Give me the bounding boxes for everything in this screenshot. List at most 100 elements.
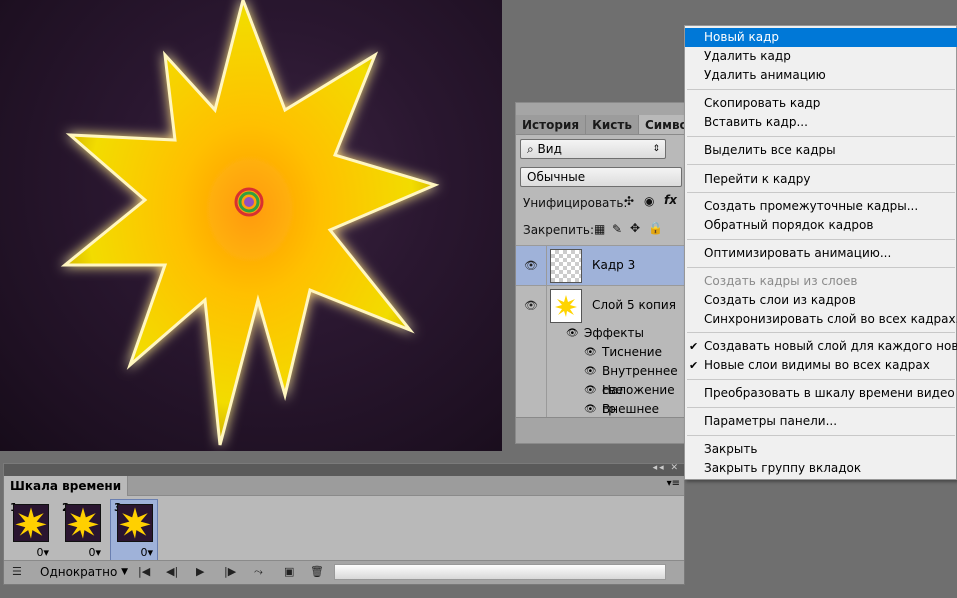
- timeline-controls: ☰ Однократно ▼ |◀ ◀| ▶ |▶ ⤳ ▣ 🗑: [4, 560, 684, 584]
- tab-brush[interactable]: Кисть: [586, 115, 639, 134]
- menu-separator: [687, 407, 955, 408]
- tab-history[interactable]: История: [516, 115, 587, 134]
- unify-visibility-icon[interactable]: ◉: [644, 194, 654, 208]
- play-icon[interactable]: ▶: [196, 565, 204, 578]
- unify-label: Унифицировать:: [523, 196, 628, 210]
- menu-item-new-layers-visible[interactable]: ✔ Новые слои видимы во всех кадрах: [685, 356, 957, 375]
- menu-item-close[interactable]: Закрыть: [685, 440, 957, 459]
- next-frame-icon[interactable]: |▶: [224, 565, 236, 578]
- panel-tabs: История Кисть Символ: [516, 115, 704, 135]
- eye-icon[interactable]: 👁: [524, 299, 538, 312]
- updown-arrow-icon: ⇕: [652, 144, 660, 154]
- document-canvas[interactable]: [0, 0, 502, 451]
- menu-item-reverse-frames[interactable]: Обратный порядок кадров: [685, 216, 957, 235]
- checkmark-icon: ✔: [689, 340, 699, 353]
- effect-row[interactable]: 👁 Внутреннее све: [516, 362, 686, 397]
- layer-filter-select[interactable]: ⌕ Вид ⇕: [520, 139, 666, 159]
- frame-thumbnail: [65, 504, 101, 542]
- chevron-down-icon: ▾: [43, 546, 49, 559]
- menu-item-label: Новые слои видимы во всех кадрах: [704, 358, 930, 372]
- eye-icon[interactable]: 👁: [524, 259, 538, 272]
- effects-row[interactable]: 👁 Эффекты: [516, 324, 686, 343]
- panel-menu-icon[interactable]: ▾≡: [667, 478, 680, 489]
- convert-timeline-icon[interactable]: ☰: [12, 565, 22, 578]
- lock-label: Закрепить:: [523, 223, 595, 237]
- menu-separator: [687, 89, 955, 90]
- trash-icon[interactable]: 🗑: [310, 565, 324, 578]
- layer-row-layer5-copy[interactable]: 👁 Слой 5 копия: [516, 285, 686, 325]
- menu-item-match-layer-across-frames[interactable]: Синхронизировать слой во всех кадрах...: [685, 310, 957, 329]
- menu-item-new-layer-each-frame[interactable]: ✔ Создавать новый слой для каждого нового…: [685, 337, 957, 356]
- menu-separator: [687, 239, 955, 240]
- menu-separator: [687, 379, 955, 380]
- effect-row[interactable]: 👁 Тиснение: [516, 343, 686, 362]
- filter-value: Вид: [537, 142, 562, 156]
- frame-delay[interactable]: 0▾: [36, 546, 49, 559]
- column-divider: [546, 245, 547, 419]
- search-icon: ⌕: [527, 142, 538, 156]
- menu-item-copy-frame[interactable]: Скопировать кадр: [685, 94, 957, 113]
- menu-separator: [687, 164, 955, 165]
- lock-transparency-icon[interactable]: ▦: [594, 222, 605, 236]
- menu-item-optimize-animation[interactable]: Оптимизировать анимацию...: [685, 244, 957, 263]
- lock-brush-icon[interactable]: ✎: [612, 222, 622, 236]
- lock-all-icon[interactable]: 🔒: [648, 221, 663, 235]
- layers-panel: История Кисть Символ ⌕ Вид ⇕ Обычные Уни…: [515, 102, 704, 444]
- menu-item-delete-frame[interactable]: Удалить кадр: [685, 47, 957, 66]
- menu-item-convert-to-video-timeline[interactable]: Преобразовать в шкалу времени видео: [685, 384, 957, 403]
- tween-icon[interactable]: ⤳: [254, 565, 263, 579]
- menu-item-select-all-frames[interactable]: Выделить все кадры: [685, 141, 957, 160]
- menu-separator: [687, 332, 955, 333]
- first-frame-icon[interactable]: |◀: [138, 565, 150, 578]
- frame-delay[interactable]: 0▾: [140, 546, 153, 559]
- timeline-frame-2[interactable]: 2 0▾: [59, 500, 105, 560]
- menu-separator: [687, 435, 955, 436]
- menu-item-delete-animation[interactable]: Удалить анимацию: [685, 66, 957, 85]
- star-artwork: [60, 0, 440, 446]
- layer-row-frame3[interactable]: 👁 Кадр 3: [516, 245, 686, 285]
- lock-move-icon[interactable]: ✥: [630, 221, 640, 235]
- tab-timeline[interactable]: Шкала времени: [4, 476, 129, 496]
- menu-item-new-frame[interactable]: Новый кадр: [685, 28, 957, 47]
- layers-footer: [516, 417, 686, 443]
- star-thumb-icon: [119, 507, 151, 539]
- chevron-down-icon: ▼: [121, 567, 128, 577]
- menu-item-close-tab-group[interactable]: Закрыть группу вкладок: [685, 459, 957, 478]
- loop-select[interactable]: Однократно ▼: [34, 563, 130, 582]
- unify-style-icon[interactable]: fx: [664, 193, 677, 207]
- menu-separator: [687, 192, 955, 193]
- chevron-down-icon: ▾: [147, 546, 153, 559]
- menu-item-make-frames-from-layers: Создать кадры из слоев: [704, 274, 858, 288]
- menu-item-panel-options[interactable]: Параметры панели...: [685, 412, 957, 431]
- layer-name: Слой 5 копия: [592, 298, 676, 312]
- timeline-frame-3[interactable]: 3 0▾: [110, 499, 158, 561]
- blend-mode-select[interactable]: Обычные: [520, 167, 682, 187]
- frame-thumbnail: [13, 504, 49, 542]
- unify-position-icon[interactable]: ✣: [624, 194, 634, 208]
- eye-icon[interactable]: 👁: [584, 362, 597, 381]
- star-thumb-icon: [555, 295, 577, 317]
- layer-thumbnail: [550, 289, 582, 323]
- eye-icon[interactable]: 👁: [566, 324, 579, 343]
- duplicate-frame-icon[interactable]: ▣: [284, 565, 294, 578]
- checkmark-icon: ✔: [689, 359, 699, 372]
- frame-thumbnail: [117, 504, 153, 542]
- menu-item-flatten-frames-into-layers[interactable]: Создать слои из кадров: [685, 291, 957, 310]
- loop-value: Однократно: [40, 565, 118, 579]
- menu-item-label: Создавать новый слой для каждого нового …: [704, 339, 957, 353]
- menu-item-tween[interactable]: Создать промежуточные кадры...: [685, 197, 957, 216]
- prev-frame-icon[interactable]: ◀|: [166, 565, 178, 578]
- frame-delay[interactable]: 0▾: [88, 546, 101, 559]
- menu-item-paste-frame[interactable]: Вставить кадр...: [685, 113, 957, 132]
- eye-icon[interactable]: 👁: [584, 343, 597, 362]
- timeline-tabbar: Шкала времени ▾≡: [4, 476, 684, 496]
- effects-label: Эффекты: [584, 326, 644, 340]
- collapse-icon[interactable]: ◂◂ ✕: [653, 463, 680, 473]
- timeline-scrollbar[interactable]: [334, 564, 666, 580]
- menu-separator: [687, 267, 955, 268]
- timeline-frame-1[interactable]: 1 0▾: [7, 500, 53, 560]
- effect-row[interactable]: 👁 Наложение гр: [516, 381, 686, 416]
- menu-item-go-to-frame[interactable]: Перейти к кадру: [685, 170, 957, 189]
- chevron-down-icon: ▾: [95, 546, 101, 559]
- eye-icon[interactable]: 👁: [584, 381, 597, 400]
